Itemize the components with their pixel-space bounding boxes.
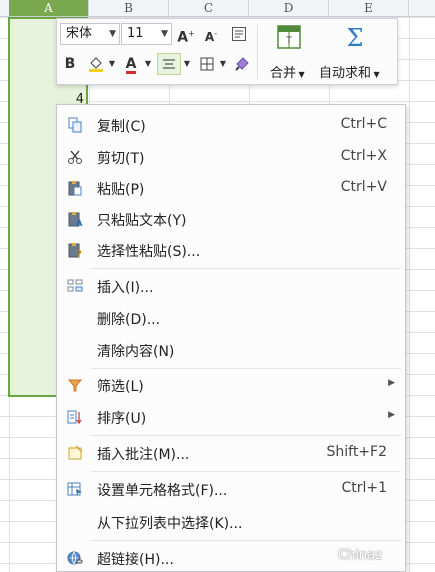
svg-text:?: ?	[76, 249, 82, 258]
menu-item-shortcut: Ctrl+V	[340, 179, 387, 195]
wrap-text-icon	[232, 27, 246, 41]
column-header-partial	[409, 0, 435, 16]
menu-item-clear-contents[interactable]: 清除内容(N)	[57, 335, 405, 365]
menu-item-label: 清除内容(N)	[97, 344, 175, 360]
paste-special-icon: ?	[68, 243, 82, 258]
scissors-icon	[68, 150, 82, 164]
menu-item-paste-text-only[interactable]: A 只粘贴文本(Y)	[57, 204, 405, 234]
sigma-icon: Σ	[346, 24, 364, 52]
menu-item-format-cells[interactable]: 设置单元格格式(F)... Ctrl+1	[57, 474, 405, 504]
menu-item-shortcut: Ctrl+1	[341, 480, 387, 496]
font-size-value: 11	[127, 26, 144, 41]
menu-item-shortcut: Shift+F2	[326, 444, 387, 460]
autosum-button[interactable]: Σ	[335, 23, 375, 53]
font-name-value: 宋体	[66, 26, 93, 41]
submenu-arrow-icon: ▶	[388, 378, 395, 388]
font-color-button[interactable]: A	[121, 53, 141, 75]
align-dropdown[interactable]: ▼	[182, 53, 192, 75]
borders-button[interactable]	[197, 53, 217, 75]
menu-item-copy[interactable]: 复制(C) Ctrl+C	[57, 110, 405, 140]
insert-icon	[67, 279, 83, 292]
format-cells-icon	[67, 482, 82, 496]
menu-item-filter[interactable]: 筛选(L) ▶	[57, 370, 405, 400]
menu-item-insert-comment[interactable]: 插入批注(M)... Shift+F2	[57, 438, 405, 468]
menu-item-label: 从下拉列表中选择(K)...	[97, 516, 243, 532]
font-color-dropdown[interactable]: ▼	[143, 53, 153, 75]
filter-icon	[67, 379, 83, 392]
fill-color-button[interactable]	[85, 53, 107, 75]
column-header-row: A B C D E	[0, 0, 435, 17]
menu-separator	[91, 268, 401, 269]
menu-separator	[91, 540, 401, 541]
copy-icon	[68, 117, 82, 133]
bold-button[interactable]: B	[61, 53, 79, 75]
menu-item-insert[interactable]: 插入(I)...	[57, 271, 405, 301]
decrease-font-button[interactable]: A-	[200, 23, 222, 45]
watermark: Chinaz	[338, 548, 382, 563]
menu-item-pick-from-list[interactable]: 从下拉列表中选择(K)...	[57, 507, 405, 537]
toolbar-divider	[257, 25, 258, 79]
hyperlink-icon	[67, 551, 83, 565]
font-name-select[interactable]: 宋体 ▼	[60, 23, 120, 45]
menu-item-shortcut: Ctrl+C	[340, 116, 387, 132]
menu-item-delete[interactable]: 删除(D)...	[57, 303, 405, 333]
menu-item-label: 设置单元格格式(F)...	[97, 483, 228, 499]
borders-icon	[200, 57, 214, 71]
column-header-a[interactable]: A	[9, 0, 89, 16]
paste-text-icon: A	[68, 212, 83, 227]
sort-icon	[67, 410, 82, 425]
menu-item-paste[interactable]: 粘贴(P) Ctrl+V	[57, 173, 405, 203]
column-header-e[interactable]: E	[329, 0, 409, 16]
align-center-button[interactable]	[157, 53, 181, 75]
font-color-icon: A	[125, 56, 137, 74]
column-header-b[interactable]: B	[89, 0, 169, 16]
menu-separator	[91, 471, 401, 472]
submenu-arrow-icon: ▶	[388, 410, 395, 420]
align-center-icon	[163, 59, 175, 69]
menu-item-label: 只粘贴文本(Y)	[97, 213, 187, 229]
column-header-c[interactable]: C	[169, 0, 249, 16]
column-header-d[interactable]: D	[249, 0, 329, 16]
merge-label[interactable]: 合并 ▼	[270, 62, 305, 81]
chevron-down-icon: ▼	[109, 29, 116, 39]
menu-item-label: 插入批注(M)...	[97, 447, 190, 463]
menu-item-label: 筛选(L)	[97, 379, 144, 395]
menu-item-label: 删除(D)...	[97, 312, 161, 328]
menu-item-paste-special[interactable]: ? 选择性粘贴(S)...	[57, 235, 405, 265]
menu-item-label: 粘贴(P)	[97, 182, 145, 198]
paste-icon	[68, 181, 82, 196]
menu-item-cut[interactable]: 剪切(T) Ctrl+X	[57, 142, 405, 172]
fill-color-dropdown[interactable]: ▼	[107, 53, 117, 75]
context-menu: 复制(C) Ctrl+C 剪切(T) Ctrl+X 粘贴(P) Ctrl+V A…	[56, 104, 406, 572]
font-size-select[interactable]: 11 ▼	[121, 23, 172, 45]
borders-dropdown[interactable]: ▼	[218, 53, 228, 75]
shrink-font-icon: A	[204, 30, 215, 44]
menu-item-label: 复制(C)	[97, 119, 146, 135]
menu-separator	[91, 368, 401, 369]
menu-item-label: 剪切(T)	[97, 151, 145, 167]
increase-font-button[interactable]: A+	[175, 23, 197, 46]
autosum-label[interactable]: 自动求和 ▼	[319, 62, 380, 81]
wrap-text-button[interactable]	[228, 23, 250, 45]
menu-separator	[91, 435, 401, 436]
comment-icon	[68, 445, 83, 460]
menu-item-shortcut: Ctrl+X	[340, 148, 387, 164]
grow-font-icon: A	[177, 29, 189, 46]
merge-cells-icon: T	[277, 25, 301, 49]
svg-text:T: T	[285, 36, 292, 46]
menu-item-label: 超链接(H)...	[97, 552, 174, 568]
paint-bucket-icon	[89, 57, 103, 72]
format-painter-icon	[235, 57, 249, 71]
menu-item-label: 排序(U)	[97, 411, 147, 427]
chevron-down-icon: ▼	[161, 29, 168, 39]
menu-item-label: 插入(I)...	[97, 280, 154, 296]
svg-text:A: A	[76, 219, 83, 227]
format-painter-button[interactable]	[232, 53, 252, 75]
menu-item-sort[interactable]: 排序(U) ▶	[57, 402, 405, 432]
mini-toolbar: 宋体 ▼ 11 ▼ A+ A- T 合并 ▼ Σ 自动求和 ▼ B ▼ A ▼ …	[56, 18, 398, 85]
menu-item-label: 选择性粘贴(S)...	[97, 244, 201, 260]
